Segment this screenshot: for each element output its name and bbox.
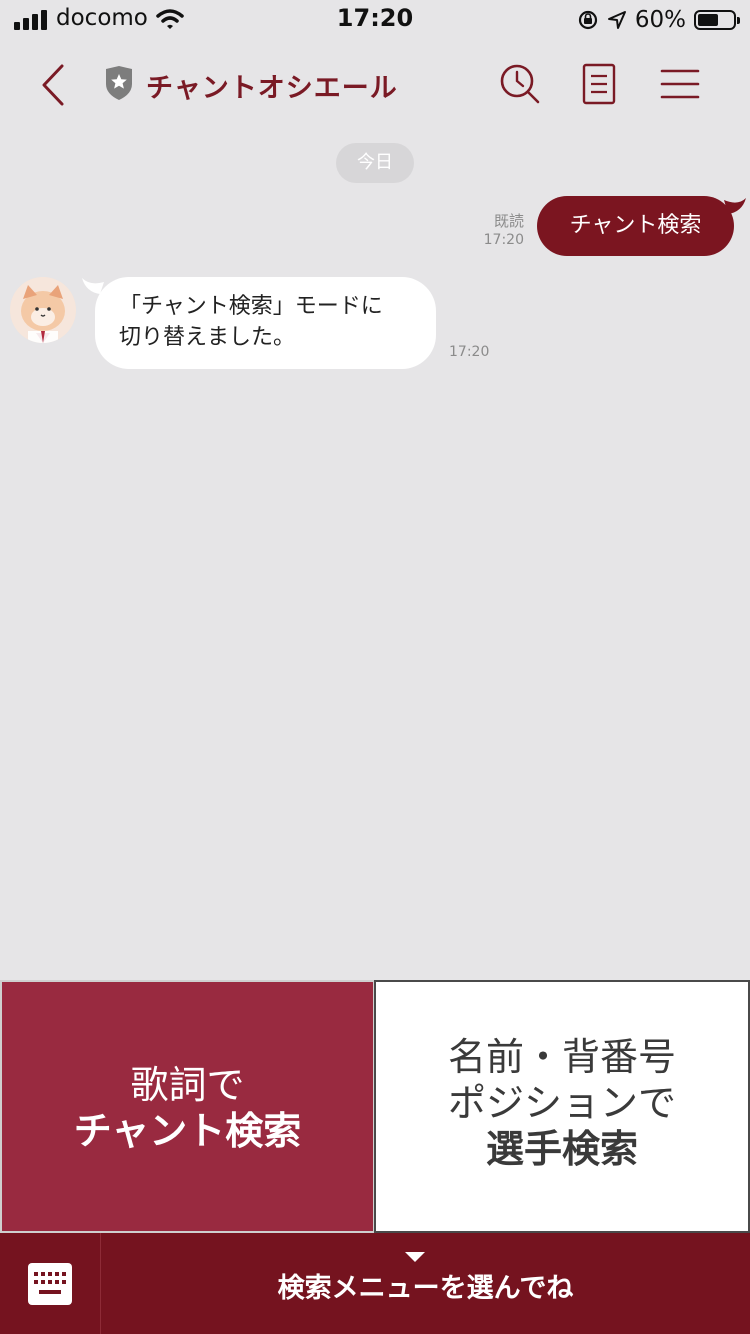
keyboard-icon: [28, 1263, 72, 1305]
lyrics-search-label: 歌詞で: [130, 1063, 245, 1107]
message-line: 切り替えました。: [119, 325, 296, 350]
position-label: ポジションで: [447, 1081, 676, 1125]
player-search-label: 選手検索: [485, 1127, 638, 1171]
player-search-button[interactable]: 名前・背番号 ポジションで 選手検索: [376, 982, 748, 1231]
keyboard-toggle[interactable]: [0, 1233, 101, 1334]
menu-toggle-label: 検索メニューを選んでね: [277, 1273, 574, 1304]
caret-down-icon: [405, 1252, 425, 1262]
notes-icon[interactable]: [578, 62, 622, 106]
bubble-tail: [724, 198, 746, 214]
battery-icon: [694, 10, 740, 30]
rich-menu: 歌詞で チャント検索 名前・背番号 ポジションで 選手検索: [0, 980, 750, 1233]
message-line: 「チャント検索」モードに: [119, 294, 383, 319]
battery-percent: 60%: [634, 7, 686, 33]
back-chevron-icon[interactable]: [34, 60, 74, 110]
orientation-lock-icon: [578, 10, 597, 30]
message-time: 17:20: [449, 344, 490, 360]
chat-title: チャントオシエール: [146, 73, 398, 104]
read-receipt: 既読: [493, 212, 524, 230]
status-bar: docomo 17:20 60%: [0, 0, 750, 40]
chant-search-label: チャント検索: [73, 1109, 302, 1153]
name-number-label: 名前・背番号: [447, 1035, 676, 1079]
date-divider: 今日: [336, 143, 414, 183]
lyrics-chant-search-button[interactable]: 歌詞で チャント検索: [2, 982, 373, 1231]
bottom-bar: 検索メニューを選んでね: [0, 1233, 750, 1334]
official-shield-icon: [106, 66, 132, 100]
chat-header: チャントオシエール: [0, 40, 750, 130]
menu-icon[interactable]: [658, 62, 702, 106]
location-arrow-icon: [607, 11, 626, 29]
rich-menu-toggle[interactable]: 検索メニューを選んでね: [101, 1233, 750, 1334]
bot-avatar[interactable]: [10, 277, 76, 343]
message-time: 17:20: [483, 232, 524, 248]
outgoing-message-bubble[interactable]: チャント検索: [537, 196, 734, 256]
incoming-message-bubble[interactable]: 「チャント検索」モードに 切り替えました。: [95, 277, 436, 369]
history-clock-icon[interactable]: [498, 62, 542, 106]
cat-character-icon: [10, 277, 76, 343]
